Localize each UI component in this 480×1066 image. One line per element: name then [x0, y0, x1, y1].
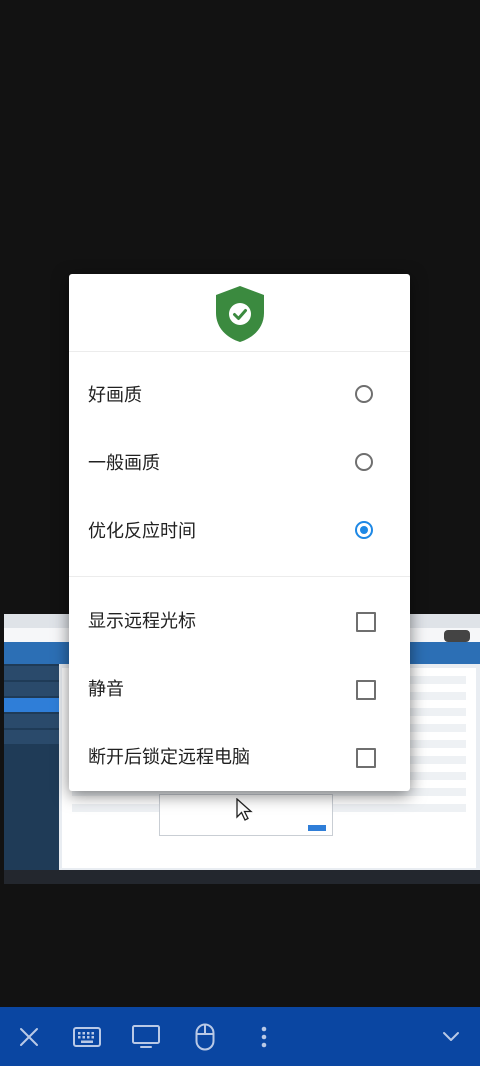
- option-label: 显示远程光标: [88, 611, 196, 632]
- mouse-button[interactable]: [181, 1007, 229, 1066]
- remote-cursor-icon: [236, 798, 253, 821]
- option-label: 好画质: [88, 385, 142, 406]
- keyboard-button[interactable]: [63, 1007, 111, 1066]
- divider: [69, 351, 410, 352]
- option-good-quality[interactable]: 好画质: [69, 362, 410, 430]
- option-label: 静音: [88, 679, 124, 700]
- monitor-icon: [132, 1024, 160, 1048]
- option-lock-on-disconnect[interactable]: 断开后锁定远程电脑: [69, 724, 410, 792]
- radio-good-quality[interactable]: [355, 385, 373, 403]
- close-button[interactable]: [5, 1007, 53, 1066]
- bottom-toolbar: [0, 1007, 480, 1066]
- option-show-remote-cursor[interactable]: 显示远程光标: [69, 588, 410, 656]
- more-button[interactable]: [240, 1007, 288, 1066]
- radio-normal-quality[interactable]: [355, 453, 373, 471]
- option-mute[interactable]: 静音: [69, 656, 410, 724]
- checkbox-show-remote-cursor[interactable]: [356, 612, 376, 632]
- checkbox-lock-on-disconnect[interactable]: [356, 748, 376, 768]
- shield-check-icon: [216, 286, 264, 342]
- keyboard-icon: [73, 1026, 101, 1047]
- mouse-icon: [195, 1023, 215, 1050]
- chevron-down-icon: [443, 1031, 459, 1041]
- remote-taskbar: [4, 870, 480, 884]
- more-vertical-icon: [261, 1026, 267, 1047]
- close-icon: [20, 1027, 38, 1046]
- divider: [69, 576, 410, 577]
- checkbox-mute[interactable]: [356, 680, 376, 700]
- option-optimize-response[interactable]: 优化反应时间: [69, 498, 410, 566]
- display-settings-dialog: 好画质 一般画质 优化反应时间 显示远程光标 静音 断开后锁定远程电脑: [69, 274, 410, 791]
- remote-sidebar: [4, 664, 59, 870]
- option-label: 一般画质: [88, 453, 160, 474]
- option-normal-quality[interactable]: 一般画质: [69, 430, 410, 498]
- display-button[interactable]: [122, 1007, 170, 1066]
- radio-optimize-response[interactable]: [355, 521, 373, 539]
- option-label: 断开后锁定远程电脑: [88, 747, 250, 768]
- option-label: 优化反应时间: [88, 521, 196, 542]
- collapse-toolbar-button[interactable]: [427, 1007, 475, 1066]
- remote-device-image: [444, 630, 470, 642]
